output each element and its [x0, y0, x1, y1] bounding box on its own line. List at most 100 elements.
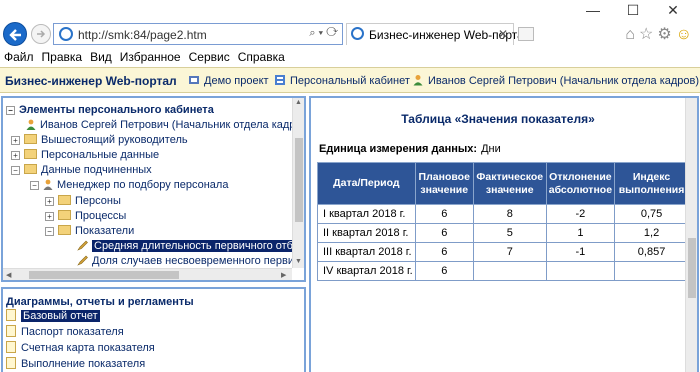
folder-icon [58, 195, 71, 205]
menu-edit[interactable]: Правка [38, 48, 87, 66]
browser-navigation-bar: http://smk:84/page2.htm ⌕ ▾ ⟳ Бизнес-инж… [0, 20, 700, 48]
tree-item-label: Данные подчиненных [41, 164, 152, 176]
menu-view[interactable]: Вид [86, 48, 116, 66]
address-bar[interactable]: http://smk:84/page2.htm ⌕ ▾ ⟳ [53, 23, 343, 45]
table-row: III квартал 2018 г. 6 7 -1 0,857 [317, 242, 690, 262]
report-item-label: Счетная карта показателя [21, 342, 155, 354]
unit-label: Единица измерения данных: [319, 143, 478, 155]
menu-favorites[interactable]: Избранное [116, 48, 185, 66]
user-icon [413, 75, 423, 86]
expand-icon[interactable]: + [11, 136, 20, 145]
report-item-performance[interactable]: Выполнение показателя [6, 357, 145, 372]
pencil-icon [77, 240, 88, 251]
demo-project-link[interactable]: Демо проект [188, 74, 269, 87]
tab-favicon-icon [351, 27, 364, 40]
new-tab-button[interactable] [518, 27, 534, 41]
document-icon [6, 341, 16, 353]
expand-icon[interactable]: + [45, 212, 54, 221]
table-cell: IV квартал 2018 г. [317, 261, 416, 281]
document-icon [6, 309, 16, 321]
browser-toolbar-icons[interactable]: ⌂☆⚙☺ [625, 24, 696, 44]
vertical-scrollbar[interactable] [685, 98, 697, 372]
column-header: Дата/Период [317, 162, 416, 205]
unit-value: Дни [481, 143, 501, 155]
report-item-base[interactable]: Базовый отчет [6, 309, 100, 324]
report-item-passport[interactable]: Паспорт показателя [6, 325, 124, 340]
horizontal-scrollbar[interactable]: ◀ ▶ [3, 268, 292, 280]
scroll-left-icon[interactable]: ◀ [6, 271, 11, 279]
column-header: Плановое значение [414, 162, 474, 205]
demo-project-label: Демо проект [204, 75, 269, 87]
reports-pane: Диаграммы, отчеты и регламенты Базовый о… [1, 287, 306, 372]
expand-icon[interactable]: + [45, 197, 54, 206]
menu-help[interactable]: Справка [234, 48, 289, 66]
scroll-thumb[interactable] [688, 238, 696, 298]
report-item-scorecard[interactable]: Счетная карта показателя [6, 341, 155, 356]
tree-item-label: Вышестоящий руководитель [41, 134, 188, 146]
menu-bar: Файл Правка Вид Избранное Сервис Справка [0, 48, 700, 66]
user-profile-link[interactable]: Иванов Сергей Петрович (Начальник отдела… [412, 74, 699, 87]
gear-icon[interactable]: ⚙ [657, 26, 675, 43]
tree-item-subordinates[interactable]: − Данные подчиненных [11, 163, 152, 178]
scroll-right-icon[interactable]: ▶ [281, 271, 286, 279]
tree-item-processes[interactable]: + Процессы [45, 209, 126, 224]
scroll-up-icon[interactable]: ▲ [295, 99, 302, 106]
collapse-icon[interactable]: − [30, 181, 39, 190]
reports-pane-title: Диаграммы, отчеты и регламенты [6, 296, 194, 308]
scroll-thumb[interactable] [29, 271, 179, 279]
report-item-label: Паспорт показателя [21, 326, 124, 338]
expand-icon[interactable]: + [11, 151, 20, 160]
tree-item-indicators[interactable]: − Показатели [45, 224, 134, 239]
table-cell: 6 [414, 204, 474, 224]
window-title-bar: — ☐ ✕ [0, 0, 700, 20]
collapse-icon[interactable]: − [11, 166, 20, 175]
personal-pane-header: − Элементы персонального кабинета [6, 104, 214, 116]
tree-item-label: Иванов Сергей Петрович (Начальник отдела… [40, 119, 306, 131]
table-title: Таблица «Значения показателя» [401, 112, 595, 126]
personal-cabinet-link[interactable]: Персональный кабинет [274, 74, 410, 87]
ie-page-icon [59, 27, 73, 41]
tree-item-label: Доля случаев несвоевременного первичного [92, 255, 306, 267]
folder-icon [24, 149, 37, 159]
tree-item-superior[interactable]: + Вышестоящий руководитель [11, 133, 188, 148]
smiley-icon[interactable]: ☺ [676, 26, 696, 43]
folder-icon [24, 164, 37, 174]
home-icon[interactable]: ⌂ [625, 26, 639, 43]
maximize-button[interactable]: ☐ [618, 2, 648, 18]
back-button[interactable] [3, 22, 27, 46]
address-bar-buttons[interactable]: ⌕ ▾ ⟳ [309, 27, 338, 40]
forward-button[interactable] [31, 24, 51, 44]
indicator-values-pane: Таблица «Значения показателя» Единица из… [309, 96, 699, 372]
tree-item-label: Показатели [75, 225, 135, 237]
project-icon [189, 76, 199, 84]
table-cell: 5 [472, 223, 547, 243]
browser-tab[interactable]: Бизнес-инженер Web-портал ✕ [346, 23, 531, 45]
collapse-icon[interactable]: − [6, 106, 15, 115]
report-item-label: Базовый отчет [21, 310, 100, 322]
menu-tools[interactable]: Сервис [185, 48, 234, 66]
close-icon[interactable]: ✕ [498, 27, 508, 41]
tree-item-persons[interactable]: + Персоны [45, 194, 121, 209]
vertical-scrollbar[interactable]: ▲ ▼ [292, 98, 304, 268]
personal-pane-title: Элементы персонального кабинета [19, 104, 214, 116]
collapse-icon[interactable]: − [45, 227, 54, 236]
table-cell [545, 261, 616, 281]
close-window-button[interactable]: ✕ [658, 2, 688, 18]
tree-item-current-user[interactable]: Иванов Сергей Петрович (Начальник отдела… [26, 118, 306, 133]
scroll-down-icon[interactable]: ▼ [295, 258, 302, 265]
url-text[interactable]: http://smk:84/page2.htm [78, 28, 207, 42]
tree-item-personal-data[interactable]: + Персональные данные [11, 148, 159, 163]
scroll-thumb[interactable] [295, 138, 303, 222]
person-icon [43, 179, 53, 190]
personal-cabinet-pane: − Элементы персонального кабинета Иванов … [1, 96, 306, 282]
tree-item-indicator[interactable]: Доля случаев несвоевременного первичного [77, 254, 306, 269]
column-header: Отклонение абсолютное [545, 162, 616, 205]
minimize-button[interactable]: — [578, 2, 608, 18]
table-row: IV квартал 2018 г. 6 [317, 261, 690, 281]
star-icon[interactable]: ☆ [639, 26, 657, 43]
table-header-row: Дата/Период Плановое значение Фактическо… [317, 162, 690, 205]
tree-item-recruiting-manager[interactable]: − Менеджер по подбору персонала [30, 178, 228, 193]
tree-item-indicator-selected[interactable]: Средняя длительность первичного отбора [77, 239, 304, 254]
table-cell: 1,2 [614, 223, 690, 243]
menu-file[interactable]: Файл [0, 48, 38, 66]
